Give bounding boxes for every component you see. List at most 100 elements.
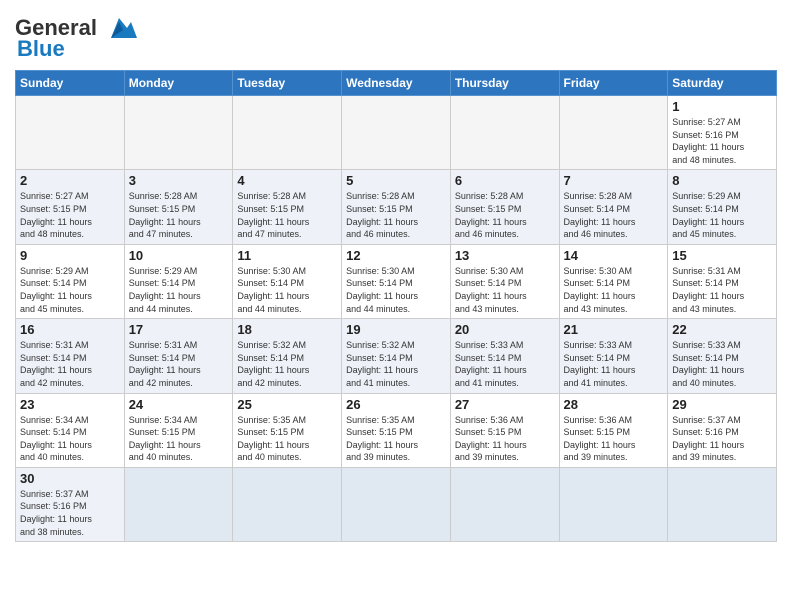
calendar-cell: 7 Sunrise: 5:28 AM Sunset: 5:14 PM Daylig…	[559, 170, 668, 244]
day-info: Sunrise: 5:35 AM Sunset: 5:15 PM Dayligh…	[346, 414, 446, 464]
day-number: 30	[20, 471, 120, 486]
calendar-cell	[668, 467, 777, 541]
day-number: 4	[237, 173, 337, 188]
day-number: 11	[237, 248, 337, 263]
day-number: 29	[672, 397, 772, 412]
calendar-cell: 29 Sunrise: 5:37 AM Sunset: 5:16 PM Dayli…	[668, 393, 777, 467]
day-number: 13	[455, 248, 555, 263]
day-info: Sunrise: 5:31 AM Sunset: 5:14 PM Dayligh…	[129, 339, 229, 389]
day-info: Sunrise: 5:33 AM Sunset: 5:14 PM Dayligh…	[564, 339, 664, 389]
weekday-header-tuesday: Tuesday	[233, 71, 342, 96]
day-number: 18	[237, 322, 337, 337]
day-info: Sunrise: 5:28 AM Sunset: 5:14 PM Dayligh…	[564, 190, 664, 240]
weekday-header-friday: Friday	[559, 71, 668, 96]
day-info: Sunrise: 5:30 AM Sunset: 5:14 PM Dayligh…	[346, 265, 446, 315]
day-number: 24	[129, 397, 229, 412]
calendar-cell: 9 Sunrise: 5:29 AM Sunset: 5:14 PM Daylig…	[16, 244, 125, 318]
day-number: 8	[672, 173, 772, 188]
day-number: 27	[455, 397, 555, 412]
day-number: 22	[672, 322, 772, 337]
calendar-cell	[450, 467, 559, 541]
logo: General Blue	[15, 10, 137, 62]
header: General Blue	[15, 10, 777, 62]
day-number: 7	[564, 173, 664, 188]
day-info: Sunrise: 5:29 AM Sunset: 5:14 PM Dayligh…	[129, 265, 229, 315]
calendar-cell	[16, 96, 125, 170]
calendar-cell: 13 Sunrise: 5:30 AM Sunset: 5:14 PM Dayli…	[450, 244, 559, 318]
day-info: Sunrise: 5:32 AM Sunset: 5:14 PM Dayligh…	[346, 339, 446, 389]
page: General Blue SundayMondayTuesdayWednesda…	[0, 0, 792, 552]
day-number: 26	[346, 397, 446, 412]
calendar-week-row: 1 Sunrise: 5:27 AM Sunset: 5:16 PM Daylig…	[16, 96, 777, 170]
day-number: 5	[346, 173, 446, 188]
day-number: 9	[20, 248, 120, 263]
day-number: 2	[20, 173, 120, 188]
calendar-cell: 24Sunrise: 5:34 AM Sunset: 5:15 PM Dayli…	[124, 393, 233, 467]
calendar-cell: 14 Sunrise: 5:30 AM Sunset: 5:14 PM Dayli…	[559, 244, 668, 318]
calendar-cell: 20Sunrise: 5:33 AM Sunset: 5:14 PM Dayli…	[450, 319, 559, 393]
day-number: 23	[20, 397, 120, 412]
logo-text-blue: Blue	[17, 36, 65, 62]
calendar-cell	[124, 96, 233, 170]
calendar-cell	[233, 467, 342, 541]
logo-icon	[101, 14, 137, 42]
calendar-cell: 1 Sunrise: 5:27 AM Sunset: 5:16 PM Daylig…	[668, 96, 777, 170]
calendar-cell: 3Sunrise: 5:28 AM Sunset: 5:15 PM Daylig…	[124, 170, 233, 244]
calendar-cell: 10 Sunrise: 5:29 AM Sunset: 5:14 PM Dayli…	[124, 244, 233, 318]
calendar-week-row: 9 Sunrise: 5:29 AM Sunset: 5:14 PM Daylig…	[16, 244, 777, 318]
calendar-cell: 18Sunrise: 5:32 AM Sunset: 5:14 PM Dayli…	[233, 319, 342, 393]
calendar-cell: 30Sunrise: 5:37 AM Sunset: 5:16 PM Dayli…	[16, 467, 125, 541]
day-info: Sunrise: 5:34 AM Sunset: 5:14 PM Dayligh…	[20, 414, 120, 464]
day-info: Sunrise: 5:29 AM Sunset: 5:14 PM Dayligh…	[20, 265, 120, 315]
day-number: 21	[564, 322, 664, 337]
calendar-week-row: 16 Sunrise: 5:31 AM Sunset: 5:14 PM Dayli…	[16, 319, 777, 393]
day-number: 17	[129, 322, 229, 337]
day-info: Sunrise: 5:28 AM Sunset: 5:15 PM Dayligh…	[346, 190, 446, 240]
calendar-cell: 6 Sunrise: 5:28 AM Sunset: 5:15 PM Daylig…	[450, 170, 559, 244]
day-number: 3	[129, 173, 229, 188]
calendar-table: SundayMondayTuesdayWednesdayThursdayFrid…	[15, 70, 777, 542]
day-info: Sunrise: 5:27 AM Sunset: 5:15 PM Dayligh…	[20, 190, 120, 240]
calendar-cell: 27 Sunrise: 5:36 AM Sunset: 5:15 PM Dayli…	[450, 393, 559, 467]
calendar-cell: 4Sunrise: 5:28 AM Sunset: 5:15 PM Daylig…	[233, 170, 342, 244]
weekday-header-wednesday: Wednesday	[342, 71, 451, 96]
calendar-cell: 8Sunrise: 5:29 AM Sunset: 5:14 PM Daylig…	[668, 170, 777, 244]
day-number: 16	[20, 322, 120, 337]
calendar-cell: 28 Sunrise: 5:36 AM Sunset: 5:15 PM Dayli…	[559, 393, 668, 467]
calendar-week-row: 23 Sunrise: 5:34 AM Sunset: 5:14 PM Dayli…	[16, 393, 777, 467]
calendar-cell: 2 Sunrise: 5:27 AM Sunset: 5:15 PM Daylig…	[16, 170, 125, 244]
calendar-cell	[233, 96, 342, 170]
calendar-cell: 21 Sunrise: 5:33 AM Sunset: 5:14 PM Dayli…	[559, 319, 668, 393]
calendar-cell: 12 Sunrise: 5:30 AM Sunset: 5:14 PM Dayli…	[342, 244, 451, 318]
weekday-header-thursday: Thursday	[450, 71, 559, 96]
day-number: 14	[564, 248, 664, 263]
calendar-cell: 5 Sunrise: 5:28 AM Sunset: 5:15 PM Daylig…	[342, 170, 451, 244]
day-number: 28	[564, 397, 664, 412]
day-info: Sunrise: 5:27 AM Sunset: 5:16 PM Dayligh…	[672, 116, 772, 166]
day-info: Sunrise: 5:28 AM Sunset: 5:15 PM Dayligh…	[455, 190, 555, 240]
calendar-cell	[124, 467, 233, 541]
calendar-cell: 25 Sunrise: 5:35 AM Sunset: 5:15 PM Dayli…	[233, 393, 342, 467]
calendar-cell	[559, 467, 668, 541]
calendar-cell	[342, 467, 451, 541]
day-info: Sunrise: 5:31 AM Sunset: 5:14 PM Dayligh…	[20, 339, 120, 389]
day-info: Sunrise: 5:37 AM Sunset: 5:16 PM Dayligh…	[672, 414, 772, 464]
day-info: Sunrise: 5:30 AM Sunset: 5:14 PM Dayligh…	[455, 265, 555, 315]
day-info: Sunrise: 5:36 AM Sunset: 5:15 PM Dayligh…	[564, 414, 664, 464]
day-info: Sunrise: 5:36 AM Sunset: 5:15 PM Dayligh…	[455, 414, 555, 464]
day-number: 1	[672, 99, 772, 114]
weekday-header-monday: Monday	[124, 71, 233, 96]
day-number: 6	[455, 173, 555, 188]
calendar-week-row: 2 Sunrise: 5:27 AM Sunset: 5:15 PM Daylig…	[16, 170, 777, 244]
day-info: Sunrise: 5:33 AM Sunset: 5:14 PM Dayligh…	[455, 339, 555, 389]
day-number: 19	[346, 322, 446, 337]
day-info: Sunrise: 5:30 AM Sunset: 5:14 PM Dayligh…	[564, 265, 664, 315]
calendar-cell: 23 Sunrise: 5:34 AM Sunset: 5:14 PM Dayli…	[16, 393, 125, 467]
day-number: 25	[237, 397, 337, 412]
day-number: 10	[129, 248, 229, 263]
calendar-cell	[450, 96, 559, 170]
calendar-cell: 17 Sunrise: 5:31 AM Sunset: 5:14 PM Dayli…	[124, 319, 233, 393]
day-info: Sunrise: 5:35 AM Sunset: 5:15 PM Dayligh…	[237, 414, 337, 464]
day-number: 12	[346, 248, 446, 263]
weekday-header-row: SundayMondayTuesdayWednesdayThursdayFrid…	[16, 71, 777, 96]
